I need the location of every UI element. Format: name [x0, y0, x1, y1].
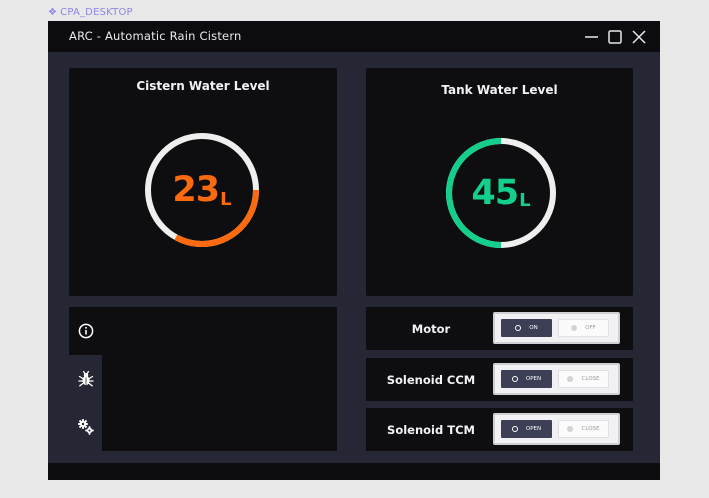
active-indicator-icon — [511, 376, 518, 382]
motor-off-label: OFF — [585, 325, 596, 331]
motor-toggle: ON OFF — [493, 312, 620, 344]
solenoid-tcm-toggle: OPEN CLOSE — [493, 413, 620, 445]
cistern-level-card: Cistern Water Level 23 L — [69, 68, 337, 296]
title-bar: ARC - Automatic Rain Cistern — [48, 21, 660, 52]
inactive-indicator-icon — [567, 376, 574, 382]
component-icon: ❖ — [48, 7, 58, 18]
frame-label: ❖ CPA_DESKTOP — [48, 7, 133, 18]
cistern-gauge: 23 L — [143, 131, 261, 249]
maximize-icon — [608, 30, 622, 44]
maximize-button[interactable] — [606, 28, 624, 46]
status-bar — [48, 463, 660, 480]
cistern-value-unit: L — [220, 189, 232, 210]
tank-value-unit: L — [519, 190, 531, 211]
solenoid-tcm-control-row: Solenoid TCM OPEN CLOSE — [366, 408, 633, 451]
active-indicator-icon — [511, 426, 518, 432]
solenoid-ccm-label: Solenoid CCM — [386, 372, 476, 387]
tank-value-number: 45 — [471, 173, 519, 213]
inactive-indicator-icon — [571, 325, 578, 331]
window-title: ARC - Automatic Rain Cistern — [69, 29, 242, 43]
motor-control-row: Motor ON OFF — [366, 307, 633, 350]
solenoid-ccm-toggle: OPEN CLOSE — [493, 363, 620, 395]
solenoid-ccm-control-row: Solenoid CCM OPEN CLOSE — [366, 358, 633, 401]
side-tabs — [69, 307, 102, 451]
tank-title: Tank Water Level — [441, 83, 558, 97]
minimize-icon — [585, 36, 598, 38]
tank-value: 45 L — [444, 136, 558, 250]
bug-icon — [77, 370, 94, 387]
solenoid-ccm-open-button[interactable]: OPEN — [501, 370, 552, 388]
active-indicator-icon — [515, 325, 522, 331]
solenoid-tcm-open-button[interactable]: OPEN — [501, 420, 552, 438]
close-button[interactable] — [630, 28, 648, 46]
info-panel — [69, 307, 337, 451]
solenoid-tcm-close-label: CLOSE — [581, 426, 600, 432]
cistern-title: Cistern Water Level — [136, 79, 270, 93]
cistern-value-number: 23 — [172, 170, 220, 210]
inactive-indicator-icon — [567, 426, 574, 432]
app-window: ARC - Automatic Rain Cistern Cistern Wat… — [48, 21, 660, 480]
solenoid-ccm-close-button[interactable]: CLOSE — [558, 370, 609, 388]
motor-on-button[interactable]: ON — [501, 319, 552, 337]
tank-gauge: 45 L — [444, 136, 558, 250]
info-icon — [78, 323, 93, 339]
tank-level-card: Tank Water Level 45 L — [366, 68, 633, 296]
solenoid-tcm-open-label: OPEN — [525, 426, 542, 432]
tab-info[interactable] — [69, 307, 102, 355]
close-icon — [632, 30, 646, 44]
motor-off-button[interactable]: OFF — [558, 319, 609, 337]
solenoid-ccm-open-label: OPEN — [525, 376, 542, 382]
tab-debug[interactable] — [69, 355, 102, 403]
gears-icon — [77, 419, 94, 435]
motor-on-label: ON — [529, 325, 538, 331]
frame-label-text: CPA_DESKTOP — [60, 7, 133, 18]
minimize-button[interactable] — [583, 28, 601, 46]
solenoid-ccm-close-label: CLOSE — [581, 376, 600, 382]
cistern-value: 23 L — [143, 131, 261, 249]
motor-label: Motor — [411, 321, 451, 336]
solenoid-tcm-close-button[interactable]: CLOSE — [558, 420, 609, 438]
tab-settings[interactable] — [69, 403, 102, 451]
solenoid-tcm-label: Solenoid TCM — [387, 422, 475, 437]
